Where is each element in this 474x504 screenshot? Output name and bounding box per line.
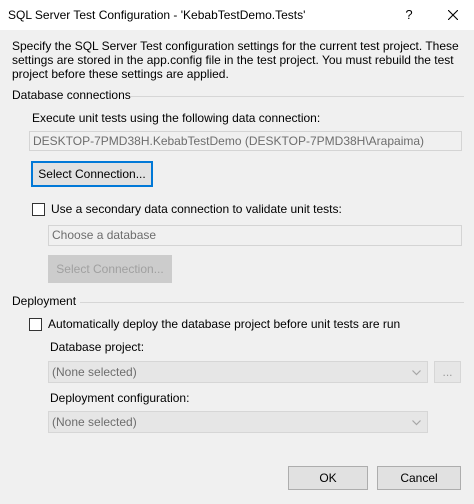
connection-string-field[interactable]: DESKTOP-7PMD38H.KebabTestDemo (DESKTOP-7…: [29, 131, 462, 151]
deployment-heading: Deployment: [12, 294, 77, 308]
deployment-configuration-label: Deployment configuration:: [50, 391, 190, 405]
auto-deploy-checkbox[interactable]: [29, 318, 42, 331]
title-bar: SQL Server Test Configuration - 'KebabTe…: [0, 0, 474, 30]
secondary-connection-label: Use a secondary data connection to valid…: [51, 202, 342, 216]
chevron-down-icon: [412, 420, 421, 426]
ok-button[interactable]: OK: [288, 466, 368, 490]
database-connections-heading: Database connections: [12, 88, 131, 102]
database-project-value: (None selected): [52, 365, 137, 379]
database-project-combo[interactable]: (None selected): [48, 361, 428, 383]
close-button[interactable]: [432, 0, 474, 30]
deployment-divider: [80, 302, 464, 303]
deployment-configuration-value: (None selected): [52, 415, 137, 429]
choose-database-field[interactable]: Choose a database: [48, 225, 462, 246]
auto-deploy-label: Automatically deploy the database projec…: [48, 317, 401, 331]
execute-tests-label: Execute unit tests using the following d…: [32, 111, 321, 125]
cancel-button[interactable]: Cancel: [377, 466, 461, 490]
chevron-down-icon: [412, 370, 421, 376]
deployment-configuration-combo[interactable]: (None selected): [48, 411, 428, 433]
help-button[interactable]: ?: [398, 4, 420, 26]
secondary-select-connection-button[interactable]: Select Connection...: [48, 255, 172, 283]
browse-project-button[interactable]: ...: [434, 361, 461, 383]
secondary-connection-checkbox[interactable]: [32, 203, 45, 216]
intro-description: Specify the SQL Server Test configuratio…: [12, 39, 459, 81]
window-title: SQL Server Test Configuration - 'KebabTe…: [8, 8, 306, 22]
database-connections-divider: [131, 96, 464, 97]
close-icon: [448, 10, 458, 20]
database-project-label: Database project:: [50, 340, 145, 354]
select-connection-button[interactable]: Select Connection...: [31, 161, 153, 187]
